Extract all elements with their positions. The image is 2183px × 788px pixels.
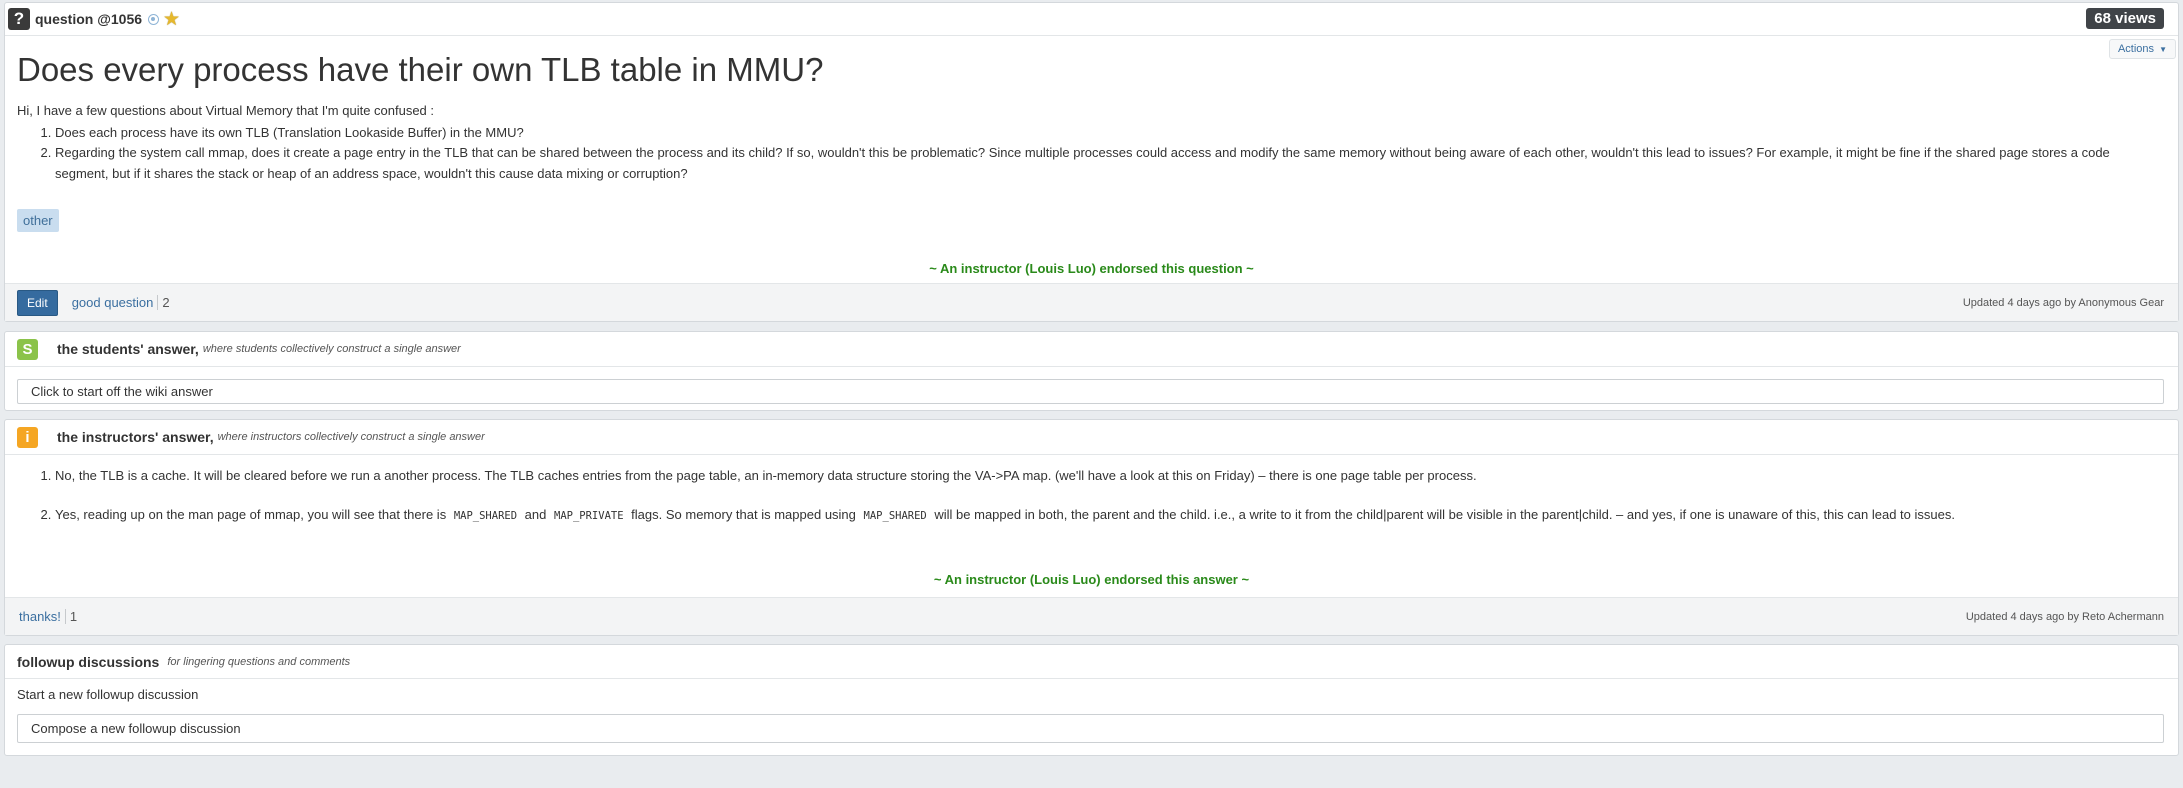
thanks-link[interactable]: thanks! <box>19 609 61 624</box>
followup-card: followup discussions for lingering quest… <box>4 644 2179 756</box>
question-updated-info: Updated 4 days ago by Anonymous Gear <box>1962 296 2164 309</box>
question-mark-icon: ? <box>8 8 30 30</box>
students-answer-icon: S <box>17 338 38 360</box>
answer-list-item: No, the TLB is a cache. It will be clear… <box>55 466 2157 485</box>
good-question-count: 2 <box>157 295 170 310</box>
question-intro: Hi, I have a few questions about Virtual… <box>17 103 435 118</box>
start-followup-label: Start a new followup discussion <box>17 687 199 702</box>
answer-list: No, the TLB is a cache. It will be clear… <box>17 466 2157 526</box>
question-card: ? question @1056 ★ 68 views Actions ▼ Do… <box>4 2 2179 322</box>
followup-title: followup discussions <box>17 653 160 670</box>
code-map-shared: MAP_SHARED <box>453 510 518 522</box>
students-answer-card: S the students' answer, where students c… <box>4 331 2179 411</box>
code-map-private: MAP_PRIVATE <box>554 510 624 522</box>
students-answer-subtitle: where students collectively construct a … <box>202 343 461 355</box>
question-header: ? question @1056 ★ 68 views <box>5 3 2178 36</box>
instructors-answer-icon: i <box>17 426 38 448</box>
instructors-answer-header: i the instructors' answer, where instruc… <box>5 420 2178 455</box>
answer-text: and <box>524 507 547 522</box>
answer-endorsement: ~ An instructor (Louis Luo) endorsed thi… <box>933 572 1250 587</box>
answer-updated-info: Updated 4 days ago by Reto Achermann <box>1965 610 2164 623</box>
actions-label: Actions <box>2117 43 2155 55</box>
compose-followup-input[interactable]: Compose a new followup discussion <box>17 714 2164 743</box>
answer-text: will be mapped in both, the parent and t… <box>934 507 1955 522</box>
question-title: Does every process have their own TLB ta… <box>17 51 824 88</box>
students-answer-header: S the students' answer, where students c… <box>5 332 2178 367</box>
followup-header: followup discussions for lingering quest… <box>5 645 2178 679</box>
instructors-answer-body: No, the TLB is a cache. It will be clear… <box>17 466 2157 546</box>
star-icon[interactable]: ★ <box>163 10 180 29</box>
folder-tag-other[interactable]: other <box>17 209 59 232</box>
edit-button[interactable]: Edit <box>17 289 58 316</box>
answer-list-item: Yes, reading up on the man page of mmap,… <box>55 505 2157 526</box>
answer-text: Yes, reading up on the man page of mmap,… <box>55 507 447 522</box>
wiki-answer-input[interactable]: Click to start off the wiki answer <box>17 379 2164 404</box>
instructors-answer-card: i the instructors' answer, where instruc… <box>4 419 2179 636</box>
question-label: question @1056 <box>35 11 143 27</box>
question-body: Hi, I have a few questions about Virtual… <box>17 101 2157 184</box>
followup-subtitle: for lingering questions and comments <box>167 655 351 668</box>
caret-down-icon: ▼ <box>2159 45 2167 54</box>
question-list: Does each process have its own TLB (Tran… <box>17 123 2157 185</box>
answer-text: flags. So memory that is mapped using <box>631 507 856 522</box>
question-footer: Edit good question 2 Updated 4 days ago … <box>5 283 2178 321</box>
views-badge: 68 views <box>2086 8 2164 29</box>
instructors-answer-subtitle: where instructors collectively construct… <box>217 431 485 443</box>
code-map-shared: MAP_SHARED <box>863 510 927 522</box>
question-endorsement: ~ An instructor (Louis Luo) endorsed thi… <box>929 261 1254 276</box>
students-answer-title: the students' answer, <box>57 341 199 357</box>
question-list-item: Does each process have its own TLB (Tran… <box>55 123 2157 144</box>
actions-dropdown-button[interactable]: Actions ▼ <box>2108 39 2176 59</box>
instructors-answer-title: the instructors' answer, <box>57 429 214 445</box>
answer-footer: thanks! 1 Updated 4 days ago by Reto Ach… <box>5 597 2178 635</box>
good-question-link[interactable]: good question <box>72 295 154 310</box>
watch-icon[interactable] <box>148 13 160 25</box>
question-list-item: Regarding the system call mmap, does it … <box>55 143 2157 184</box>
thanks-count: 1 <box>64 609 77 624</box>
